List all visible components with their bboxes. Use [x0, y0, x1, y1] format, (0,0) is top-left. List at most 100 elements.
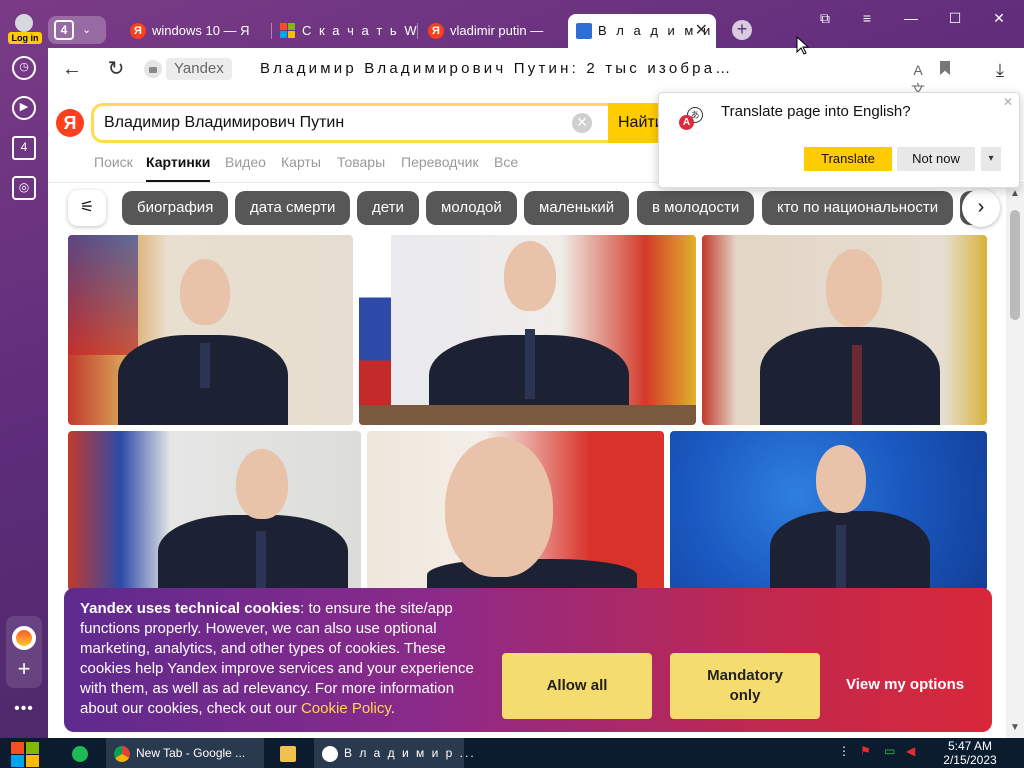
file-explorer-icon[interactable] — [272, 738, 308, 768]
address-bar: ← ↻ Yandex Владимир Владимирович Путин: … — [48, 48, 1024, 98]
scroll-down-icon[interactable]: ▼ — [1010, 722, 1020, 733]
tie-shape — [836, 525, 846, 591]
tab-all[interactable]: Все — [494, 152, 518, 172]
translate-button[interactable]: Translate — [804, 147, 892, 171]
yandex-favicon-icon: Я — [130, 23, 146, 39]
flag-shape — [68, 235, 138, 355]
history-icon[interactable]: ◷ — [12, 56, 36, 80]
lock-icon[interactable] — [144, 60, 162, 78]
tab-count-icon[interactable]: 4 — [12, 136, 36, 160]
domain-label: Yandex — [166, 58, 232, 80]
taskbar-chrome[interactable]: New Tab - Google ... — [106, 738, 264, 768]
extension-icon[interactable] — [12, 626, 36, 650]
image-result[interactable] — [367, 431, 664, 591]
bookmark-icon[interactable] — [940, 61, 950, 75]
tab-vladimir-putin[interactable]: Я vladimir putin — — [420, 14, 566, 48]
user-avatar-icon — [15, 14, 33, 32]
clock[interactable]: 5:47 AM 2/15/2023 — [940, 739, 1000, 767]
yandex-favicon-icon: Я — [428, 23, 444, 39]
download-icon[interactable]: ⤓ — [990, 60, 1010, 80]
desk-shape — [359, 405, 696, 425]
chevron-right-icon[interactable]: › — [962, 189, 1000, 227]
add-panel-button[interactable]: + — [12, 658, 36, 682]
mouse-cursor-icon — [796, 36, 810, 55]
scroll-up-icon[interactable]: ▲ — [1010, 188, 1020, 199]
chevron-down-icon[interactable]: ▾ — [981, 147, 1001, 171]
face-shape — [180, 259, 230, 325]
tab-products[interactable]: Товары — [337, 152, 385, 172]
image-result[interactable] — [702, 235, 987, 425]
translate-popup: あ A Translate page into English? ✕ Trans… — [658, 92, 1020, 188]
tab-maps[interactable]: Карты — [281, 152, 321, 172]
tab-windows10[interactable]: Я windows 10 — Я — [122, 14, 272, 48]
chip-death-date[interactable]: дата смерти — [235, 191, 351, 225]
allow-all-button[interactable]: Allow all — [502, 653, 652, 719]
tie-shape — [525, 329, 535, 399]
image-result[interactable] — [68, 431, 361, 591]
yandex-logo[interactable]: Я — [56, 109, 84, 137]
tab-title: vladimir putin — — [450, 23, 544, 38]
tab-images[interactable]: Картинки — [146, 152, 211, 183]
tie-shape — [200, 343, 210, 388]
tab-count-badge: 4 — [54, 20, 74, 40]
tie-shape — [852, 345, 862, 425]
reload-button[interactable]: ↻ — [104, 58, 128, 80]
spotify-app-icon[interactable] — [64, 738, 100, 768]
volume-muted-icon[interactable]: ◀ — [906, 744, 915, 762]
browser-menu-icon[interactable]: ≡ — [852, 8, 882, 28]
tray-more-icon[interactable]: ⋮ — [838, 744, 850, 762]
cookie-end: . — [390, 700, 395, 717]
taskbar-yandex[interactable]: В л а д и м и р ... — [314, 738, 474, 768]
mandatory-only-button[interactable]: Mandatory only — [670, 653, 820, 719]
view-options-button[interactable]: View my options — [846, 676, 964, 693]
scroll-thumb[interactable] — [1010, 210, 1020, 320]
tab-switcher-button[interactable]: 4 ⌄ — [48, 16, 106, 44]
face-shape — [504, 241, 556, 311]
windows-start-icon[interactable] — [8, 739, 42, 767]
tab-download-windows[interactable]: С к а ч а т ь W — [272, 14, 418, 48]
taskbar: New Tab - Google ... В л а д и м и р ...… — [0, 738, 1024, 768]
network-tray-icon[interactable]: ▭ — [884, 744, 895, 762]
chip-children[interactable]: дети — [357, 191, 419, 225]
chip-little[interactable]: маленький — [524, 191, 630, 225]
clear-search-icon[interactable]: ✕ — [572, 113, 592, 133]
image-result[interactable] — [359, 235, 696, 425]
screenshot-icon[interactable]: ◎ — [12, 176, 36, 200]
chip-nationality[interactable]: кто по национальности — [762, 191, 954, 225]
close-tab-icon[interactable]: ✕ — [695, 14, 708, 48]
tab-translator[interactable]: Переводчик — [401, 152, 479, 172]
browser-sidebar: Log in ◷ ▶ 4 ◎ + ••• — [0, 0, 48, 738]
new-tab-button[interactable]: + — [732, 20, 752, 40]
image-result[interactable] — [670, 431, 987, 591]
translate-popup-title: Translate page into English? — [721, 103, 911, 120]
page-scrollbar[interactable]: ▲ ▼ — [1006, 184, 1024, 738]
chip-biography[interactable]: биография — [122, 191, 229, 225]
back-button[interactable]: ← — [60, 58, 84, 80]
face-shape — [816, 445, 866, 513]
tab-title: С к а ч а т ь W — [302, 23, 418, 38]
url-field[interactable]: Yandex Владимир Владимирович Путин: 2 ты… — [144, 56, 864, 82]
not-now-button[interactable]: Not now — [897, 147, 975, 171]
tab-search[interactable]: Поиск — [94, 152, 133, 172]
cookie-policy-link[interactable]: Cookie Policy — [301, 700, 391, 717]
taskbar-app-label: New Tab - Google ... — [136, 746, 246, 760]
image-result[interactable] — [68, 235, 353, 425]
minimize-button[interactable]: — — [896, 8, 926, 28]
tie-shape — [256, 531, 266, 591]
close-window-button[interactable]: ✕ — [984, 8, 1014, 28]
maximize-button[interactable]: ☐ — [940, 8, 970, 28]
sidebar-more-button[interactable]: ••• — [12, 700, 36, 720]
close-icon[interactable]: ✕ — [1003, 95, 1013, 109]
flag-tray-icon[interactable]: ⚑ — [860, 744, 871, 762]
play-icon[interactable]: ▶ — [12, 96, 36, 120]
pin-window-icon[interactable]: ⧉ — [810, 8, 840, 28]
translate-icon[interactable]: A文 — [908, 60, 928, 98]
filter-settings-icon[interactable]: ⚟ — [68, 190, 106, 226]
chip-in-youth[interactable]: в молодости — [637, 191, 755, 225]
flag-shape — [359, 235, 391, 425]
login-button[interactable]: Log in — [6, 14, 42, 46]
chip-young[interactable]: молодой — [426, 191, 517, 225]
tab-video[interactable]: Видео — [225, 152, 266, 172]
tab-active-images[interactable]: В л а д и м и ✕ — [568, 14, 716, 48]
chrome-icon — [114, 745, 130, 762]
